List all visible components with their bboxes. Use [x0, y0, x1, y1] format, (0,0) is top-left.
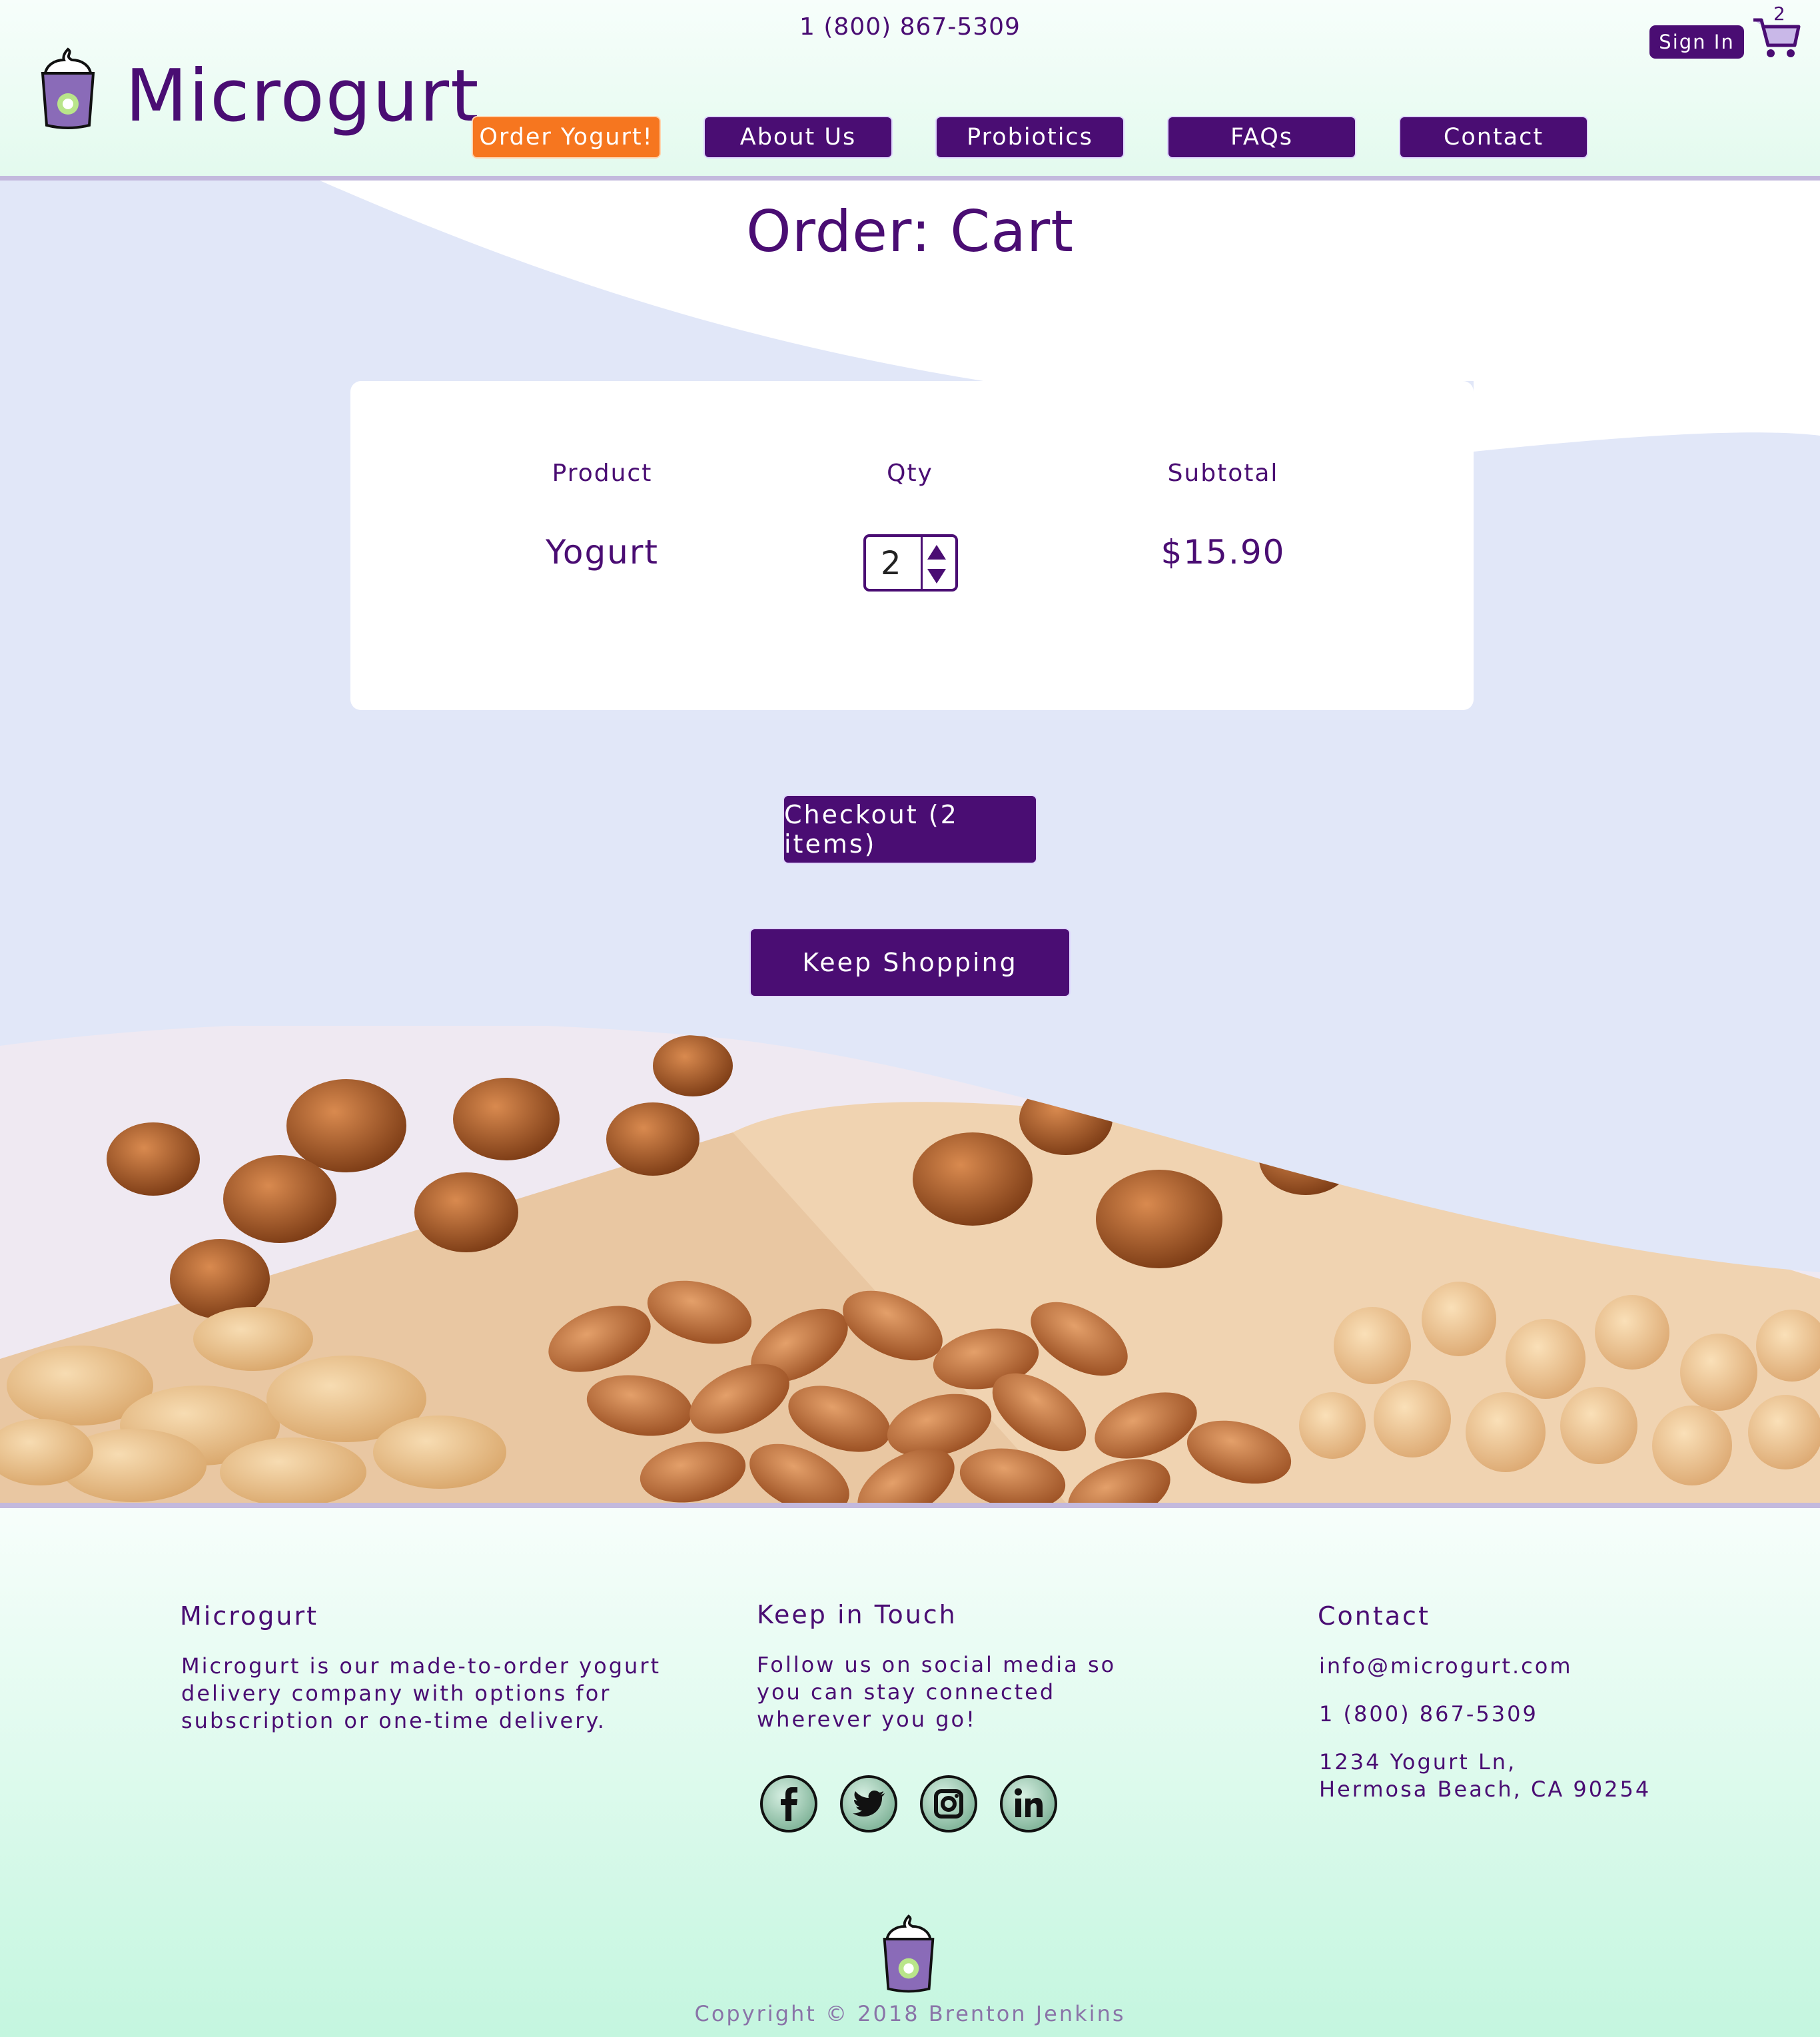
footer-social-line: you can stay connected: [757, 1679, 1056, 1705]
twitter-icon[interactable]: [839, 1775, 898, 1833]
footer-about-heading: Microgurt: [180, 1601, 319, 1631]
footer-about-line: Microgurt is our made-to-order yogurt: [181, 1653, 662, 1679]
footer-logo-cup-icon[interactable]: [879, 1913, 938, 1996]
sign-in-button[interactable]: Sign In: [1649, 25, 1744, 59]
nav-order-yogurt-button[interactable]: Order Yogurt!: [472, 116, 661, 159]
decrement-arrow-icon[interactable]: [926, 568, 947, 585]
quantity-value[interactable]: 2: [881, 545, 902, 582]
footer-about-text: Microgurt is our made-to-order yogurt de…: [181, 1653, 661, 1735]
footer-social-text: Follow us on social media so you can sta…: [757, 1651, 1116, 1733]
column-header-subtotal: Subtotal: [1167, 460, 1279, 487]
footer-about-line: subscription or one-time delivery.: [181, 1708, 606, 1733]
page-title: Order: Cart: [745, 199, 1075, 265]
nav-about-us-button[interactable]: About Us: [703, 116, 893, 159]
header-phone[interactable]: 1 (800) 867-5309: [0, 13, 1820, 41]
column-header-qty: Qty: [887, 460, 933, 487]
cart-item-subtotal: $15.90: [1160, 533, 1286, 572]
footer-contact-phone[interactable]: 1 (800) 867-5309: [1319, 1701, 1538, 1728]
linkedin-icon[interactable]: [999, 1775, 1058, 1833]
nuts-hero-image: [0, 1026, 1820, 1503]
copyright-text: Copyright © 2018 Brenton Jenkins: [694, 2001, 1126, 2026]
instagram-icon[interactable]: [919, 1775, 978, 1833]
facebook-icon[interactable]: [759, 1775, 818, 1833]
footer-social-heading: Keep in Touch: [757, 1600, 957, 1629]
brand-title[interactable]: Microgurt: [125, 55, 480, 138]
checkout-button[interactable]: Checkout (2 items): [783, 795, 1037, 864]
nav-contact-button[interactable]: Contact: [1399, 116, 1588, 159]
cart-item-product: Yogurt: [545, 533, 660, 572]
footer-social-line: Follow us on social media so: [757, 1652, 1117, 1677]
column-header-product: Product: [552, 460, 653, 487]
stepper-divider: [921, 537, 923, 589]
nav-probiotics-button[interactable]: Probiotics: [935, 116, 1125, 159]
footer-contact-heading: Contact: [1318, 1601, 1430, 1631]
nav-faqs-button[interactable]: FAQs: [1167, 116, 1356, 159]
logo-cup-icon[interactable]: [37, 47, 99, 132]
shopping-cart-icon[interactable]: [1752, 15, 1801, 60]
address-line: Hermosa Beach, CA 90254: [1319, 1777, 1651, 1802]
footer-contact-address: 1234 Yogurt Ln, Hermosa Beach, CA 90254: [1319, 1749, 1651, 1803]
footer-about-line: delivery company with options for: [181, 1681, 612, 1706]
footer-contact-email[interactable]: info@microgurt.com: [1319, 1653, 1573, 1680]
increment-arrow-icon[interactable]: [926, 544, 947, 561]
address-line: 1234 Yogurt Ln,: [1319, 1749, 1517, 1775]
keep-shopping-button[interactable]: Keep Shopping: [749, 928, 1071, 997]
footer-social-line: wherever you go!: [757, 1707, 977, 1732]
